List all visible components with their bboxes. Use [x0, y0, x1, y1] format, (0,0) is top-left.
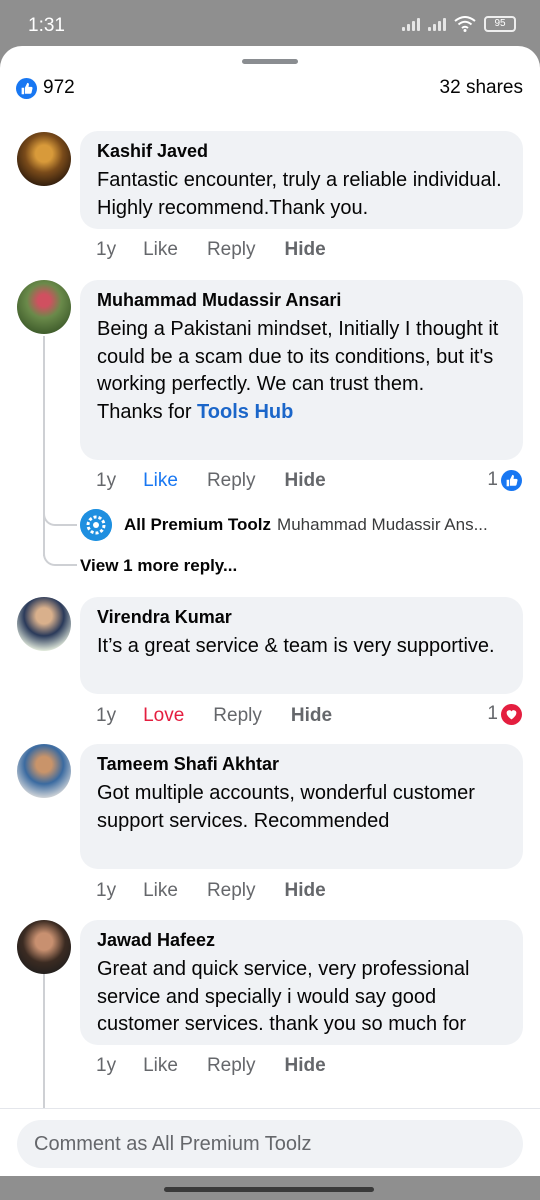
- avatar[interactable]: [80, 509, 112, 541]
- comment-time[interactable]: 1y: [96, 470, 116, 492]
- avatar[interactable]: [17, 920, 71, 974]
- hide-button[interactable]: Hide: [291, 705, 332, 727]
- comment-time[interactable]: 1y: [96, 705, 116, 727]
- comment-actions: 1y Like Reply Hide: [96, 470, 355, 492]
- reply-author[interactable]: All Premium Toolz: [124, 515, 271, 535]
- reply-snippet: Muhammad Mudassir Ans...: [277, 515, 488, 534]
- heart-reaction-icon: [501, 703, 522, 725]
- comment-input[interactable]: Comment as All Premium Toolz: [17, 1120, 523, 1168]
- comment-bubble: Muhammad Mudassir Ansari Being a Pakista…: [80, 280, 523, 460]
- drag-handle[interactable]: [242, 59, 298, 64]
- like-button[interactable]: Like: [143, 239, 178, 261]
- comment-time[interactable]: 1y: [96, 880, 116, 902]
- status-bar: 1:31 95: [0, 0, 540, 48]
- comment-text-prefix: Thanks for: [97, 400, 198, 423]
- avatar[interactable]: [17, 132, 71, 186]
- hide-button[interactable]: Hide: [285, 1055, 326, 1077]
- love-button[interactable]: Love: [143, 705, 184, 727]
- comment-author[interactable]: Virendra Kumar: [97, 606, 507, 628]
- hide-button[interactable]: Hide: [285, 880, 326, 902]
- reaction-count[interactable]: 1: [487, 469, 522, 491]
- reply-button[interactable]: Reply: [213, 705, 262, 727]
- comment-bubble: Virendra Kumar It’s a great service & te…: [80, 597, 523, 694]
- comments-sheet: 972 32 shares Kashif Javed Fantastic enc…: [0, 46, 540, 1176]
- reaction-count-value: 1: [487, 703, 498, 724]
- avatar[interactable]: [17, 744, 71, 798]
- avatar[interactable]: [17, 280, 71, 334]
- shares-count[interactable]: 32 shares: [440, 77, 523, 99]
- comment-time[interactable]: 1y: [96, 239, 116, 261]
- comment-text: Fantastic encounter, truly a reliable in…: [97, 169, 502, 219]
- comment-author[interactable]: Muhammad Mudassir Ansari: [97, 289, 507, 311]
- reply-button[interactable]: Reply: [207, 239, 256, 261]
- like-button[interactable]: Like: [143, 1055, 178, 1077]
- comment-bubble: Jawad Hafeez Great and quick service, ve…: [80, 920, 523, 1045]
- like-reaction-icon: [501, 469, 522, 491]
- comment-text: Being a Pakistani mindset, Initially I t…: [97, 318, 499, 395]
- thread-line: [43, 974, 45, 1114]
- thread-connector: [43, 508, 77, 526]
- comment-bubble: Tameem Shafi Akhtar Got multiple account…: [80, 744, 523, 869]
- status-time: 1:31: [28, 15, 65, 36]
- comment-author[interactable]: Jawad Hafeez: [97, 929, 507, 951]
- comment-actions: 1y Love Reply Hide: [96, 705, 361, 727]
- reply-button[interactable]: Reply: [207, 470, 256, 492]
- comment-bubble: Kashif Javed Fantastic encounter, truly …: [80, 131, 523, 229]
- comment-text: Got multiple accounts, wonderful custome…: [97, 782, 475, 832]
- wifi-icon: [454, 16, 476, 32]
- comment-text: Great and quick service, very profession…: [97, 958, 470, 1035]
- home-indicator[interactable]: [164, 1187, 374, 1192]
- comment-author[interactable]: Tameem Shafi Akhtar: [97, 753, 507, 775]
- status-icons: 95: [402, 16, 516, 32]
- thread-connector: [43, 546, 77, 566]
- avatar[interactable]: [17, 597, 71, 651]
- like-button[interactable]: Like: [143, 880, 178, 902]
- reaction-count[interactable]: 1: [487, 703, 522, 725]
- reply-preview[interactable]: All Premium Toolz Muhammad Mudassir Ans.…: [80, 509, 488, 541]
- comment-actions: 1y Like Reply Hide: [96, 1055, 355, 1077]
- reply-button[interactable]: Reply: [207, 1055, 256, 1077]
- reaction-count-value: 1: [487, 469, 498, 490]
- like-reaction-icon: [16, 77, 37, 99]
- thread-line: [43, 336, 45, 556]
- reaction-summary[interactable]: 972: [16, 77, 75, 99]
- tools-hub-mention-link[interactable]: Tools Hub: [197, 401, 293, 423]
- signal-icon: [402, 17, 420, 31]
- like-button[interactable]: Like: [143, 470, 178, 492]
- hide-button[interactable]: Hide: [285, 239, 326, 261]
- hide-button[interactable]: Hide: [285, 470, 326, 492]
- comment-composer-bar: Comment as All Premium Toolz: [0, 1108, 540, 1176]
- comment-time[interactable]: 1y: [96, 1055, 116, 1077]
- comment-author[interactable]: Kashif Javed: [97, 140, 507, 162]
- like-count: 972: [43, 77, 75, 98]
- comment-actions: 1y Like Reply Hide: [96, 880, 355, 902]
- comment-actions: 1y Like Reply Hide: [96, 239, 355, 261]
- reply-button[interactable]: Reply: [207, 880, 256, 902]
- comment-text-line: Thanks for Tools Hub: [97, 399, 507, 427]
- view-more-replies-link[interactable]: View 1 more reply...: [80, 556, 237, 576]
- battery-icon: 95: [484, 16, 516, 32]
- signal-icon-2: [428, 17, 446, 31]
- comment-text: It’s a great service & team is very supp…: [97, 635, 495, 657]
